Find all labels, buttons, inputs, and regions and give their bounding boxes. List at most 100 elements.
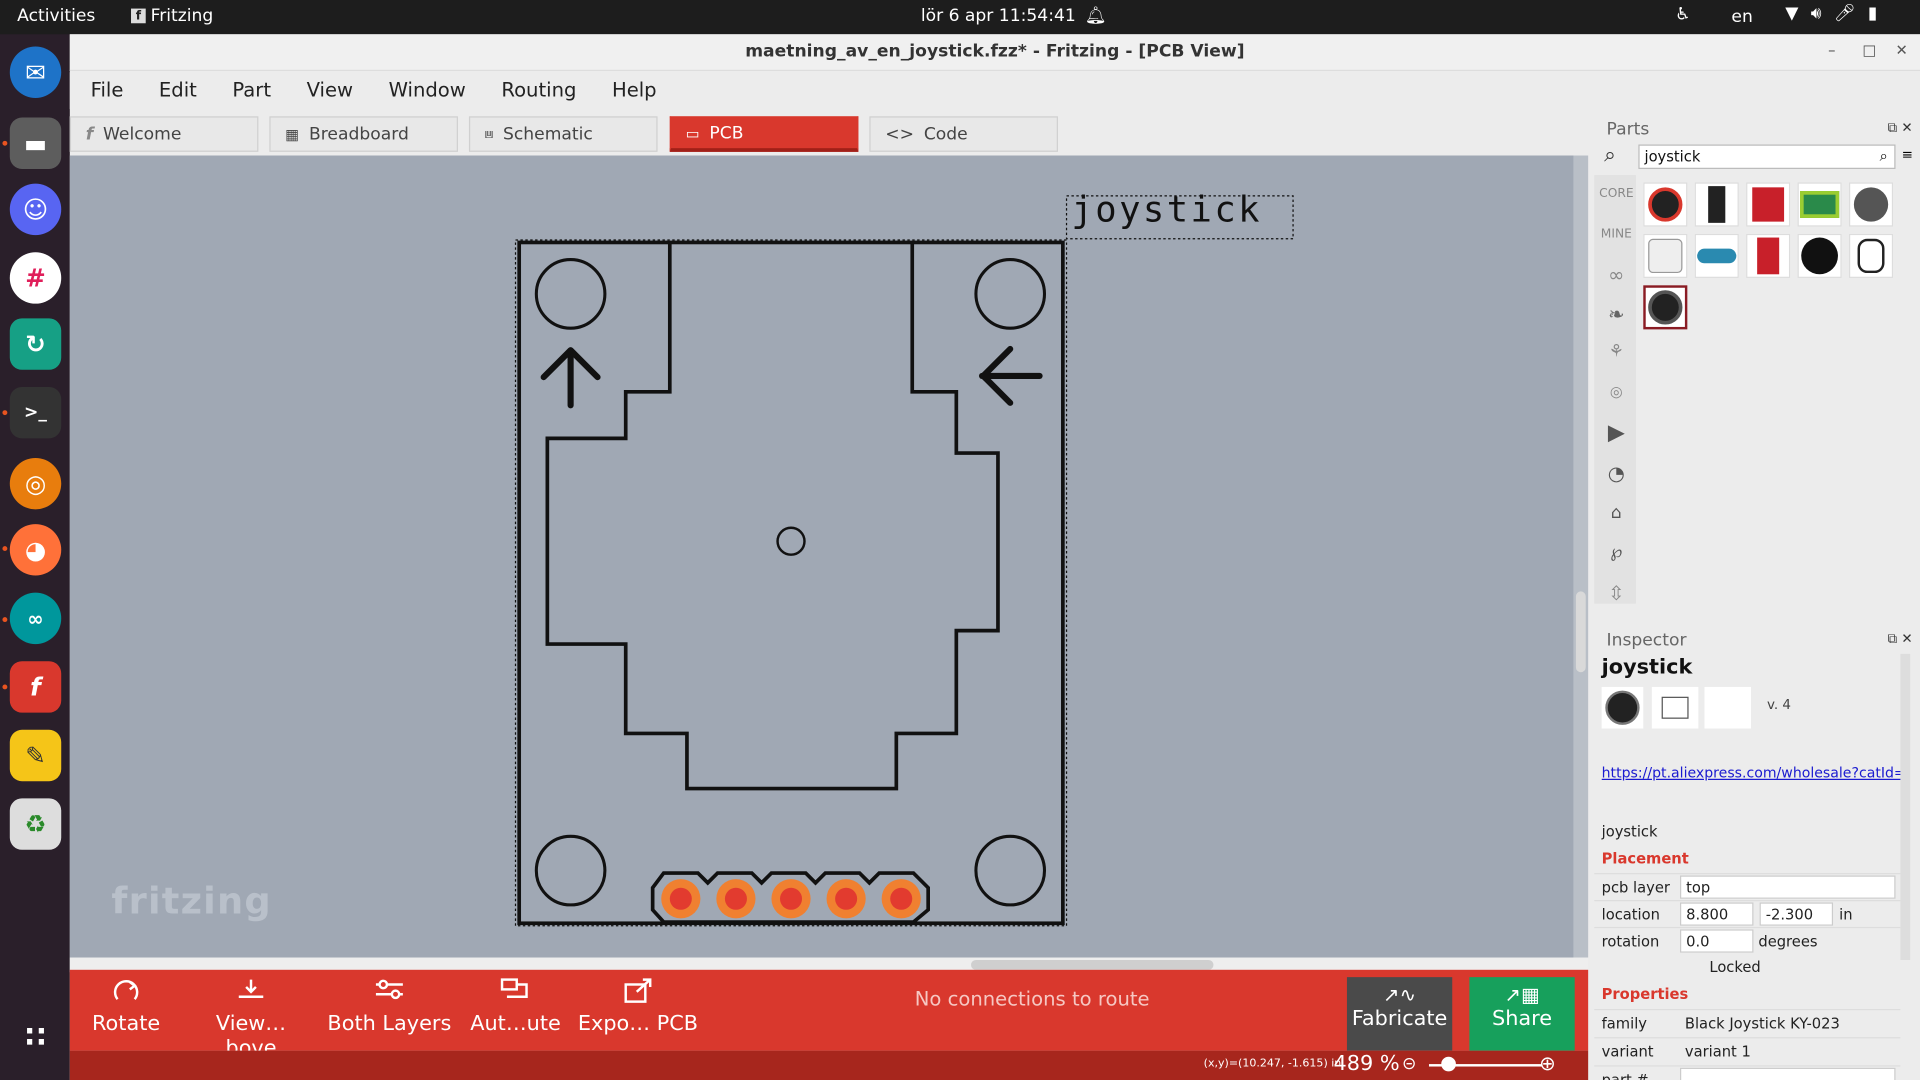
inspector-scrollbar[interactable] [1900,653,1911,960]
bin-snootlab-icon[interactable]: ◔ [1599,462,1633,485]
part-thumb[interactable] [1694,233,1739,278]
app-menu[interactable]: f Fritzing [131,6,213,26]
menu-edit[interactable]: Edit [138,72,211,109]
clock[interactable]: lör 6 apr 11:54:41 [921,6,1076,26]
pcb-layer-select[interactable]: top [1680,875,1896,899]
part-thumb-selected[interactable] [1643,285,1688,330]
files-icon[interactable]: ▬ [9,117,62,169]
part-thumb[interactable] [1848,182,1894,227]
search-go-icon[interactable]: ⌕ [1880,147,1888,165]
part-thumb[interactable] [1797,182,1842,227]
bin-seeed-icon[interactable]: ⚘ [1599,342,1633,362]
zoom-level[interactable]: 489 % [1333,1052,1399,1076]
share-button[interactable]: ↗▦ Share [1469,977,1575,1051]
location-x-input[interactable]: 8.800 [1680,902,1754,926]
tab-code[interactable]: <> Code [869,116,1058,152]
menu-file[interactable]: File [70,72,138,109]
thunderbird-icon[interactable]: ✉ [9,46,62,98]
discord-icon[interactable]: ☺ [9,183,62,236]
tab-pcb[interactable]: ▭ PCB [669,116,859,152]
part-thumb[interactable] [1643,182,1688,227]
bin-mine[interactable]: MINE [1599,228,1633,241]
view-from-above-button[interactable]: View…bove [192,975,310,1060]
rotation-input[interactable]: 0.0 [1680,929,1754,953]
center-mark [776,526,806,556]
part-thumb[interactable] [1797,233,1842,278]
inspector-part-title: joystick [1601,655,1693,680]
pad-hole [890,887,913,910]
part-thumb[interactable] [1643,233,1688,278]
minimize-icon[interactable]: – [1828,42,1835,59]
export-pcb-button[interactable]: Expo… PCB [574,975,701,1036]
menu-window[interactable]: Window [368,72,481,109]
fabricate-button[interactable]: ↗∿ Fabricate [1346,977,1453,1051]
rotate-button[interactable]: Rotate [87,975,165,1036]
slack-icon[interactable]: # [9,252,62,304]
menu-part[interactable]: Part [212,72,286,109]
text-editor-icon[interactable]: ✎ [9,729,62,782]
zoom-slider-handle[interactable] [1441,1056,1456,1072]
tab-breadboard[interactable]: ▦ Breadboard [269,116,458,152]
search-menu-icon[interactable]: ≡ [1902,147,1913,163]
zoom-out-icon[interactable]: ⊝ [1402,1054,1416,1074]
board-outline[interactable] [517,240,1065,926]
part-url-link[interactable]: https://pt.aliexpress.com/wholesale?catI… [1602,764,1903,781]
language-indicator[interactable]: en [1731,7,1752,27]
inspector-panel: Inspector ⧉ ✕ joystick v. 4 https://pt.a… [1594,622,1920,1080]
show-apps-icon[interactable]: ∷ [10,1011,61,1062]
arduino-icon[interactable]: ∞ [9,592,62,645]
part-thumb[interactable] [1746,182,1791,227]
trash-icon[interactable]: ♻ [9,798,62,850]
scroll-thumb[interactable] [1575,591,1586,673]
menu-routing[interactable]: Routing [481,72,592,109]
running-indicator [2,546,8,552]
accessibility-icon[interactable]: ♿︎ [1675,5,1690,25]
menu-view[interactable]: View [286,72,368,109]
both-layers-button[interactable]: Both Layers [327,975,452,1036]
activities-button[interactable]: Activities [17,6,95,26]
menu-help[interactable]: Help [591,72,671,109]
bin-arduino-icon[interactable]: ∞ [1599,263,1633,286]
bin-factory-icon[interactable]: ⌂ [1599,503,1633,523]
bin-sparkfun-icon[interactable]: ❧ [1599,302,1633,325]
parts-search-input[interactable]: joystick [1638,144,1896,169]
autoroute-button[interactable]: Aut…ute [469,975,562,1036]
part-thumb[interactable] [1746,233,1791,278]
placement-header[interactable]: Placement [1602,850,1689,867]
bin-pa-icon[interactable]: ℘ [1599,542,1633,562]
firefox-icon[interactable]: ◕ [9,524,62,576]
bin-intel-icon[interactable]: ◎ [1599,383,1633,400]
variant-select[interactable]: variant 1 [1685,1043,1751,1060]
panel-controls[interactable]: ⧉ ✕ [1887,120,1912,137]
location-unit: in [1839,906,1853,924]
sync-app-icon[interactable]: ↻ [9,318,62,370]
panel-controls[interactable]: ⧉ ✕ [1887,631,1912,648]
zoom-in-icon[interactable]: ⊕ [1539,1052,1555,1075]
pcb-canvas[interactable]: joystick fritzing [69,155,1574,958]
checkbox-box[interactable] [1687,960,1703,975]
tab-welcome[interactable]: f Welcome [69,116,259,152]
blender-icon[interactable]: ◎ [9,457,62,510]
search-icon[interactable]: ⌕ [1604,143,1616,167]
tab-schematic[interactable]: ⩏ Schematic [468,116,658,152]
part-number-input[interactable] [1680,1067,1896,1080]
vertical-scrollbar[interactable] [1573,155,1589,958]
part-thumb[interactable] [1848,233,1894,278]
location-y-input[interactable]: -2.300 [1759,902,1834,926]
part-thumb[interactable] [1694,182,1739,227]
bin-more-icon[interactable]: ⇳ [1599,582,1633,605]
fritzing-icon[interactable]: f [9,661,62,713]
terminal-icon[interactable]: >_ [9,386,62,439]
bin-core[interactable]: CORE [1599,187,1633,200]
schematic-icon: ⩏ [484,124,494,143]
part-label-text[interactable]: joystick [1071,190,1262,231]
dock: ✉ ▬ ☺ # ↻ >_ ◎ ◕ ∞ f ✎ ♻ ∷ [0,34,70,1080]
system-tray[interactable]: ▼ 🔊︎ 🎤︎ ▮ [1785,4,1877,24]
properties-header[interactable]: Properties [1602,986,1689,1003]
bin-play-icon[interactable]: ▶ [1599,420,1633,446]
maximize-icon[interactable]: □ [1862,42,1876,59]
scroll-thumb[interactable] [971,960,1214,970]
header-pads [661,879,921,919]
close-icon[interactable]: ✕ [1896,42,1908,59]
locked-checkbox[interactable]: Locked [1687,959,1761,976]
